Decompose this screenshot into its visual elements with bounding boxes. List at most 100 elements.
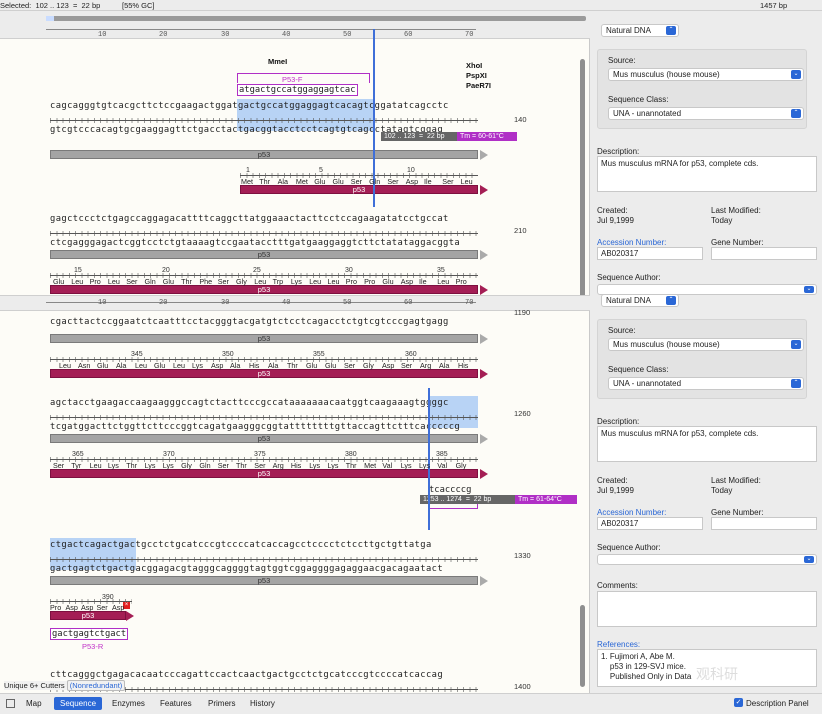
- amino-acid: Lys: [107, 461, 119, 470]
- accession-label[interactable]: Accession Number:: [597, 508, 666, 517]
- description-field[interactable]: Mus musculus mRNA for p53, complete cds.: [597, 426, 817, 462]
- translation-bar-p53[interactable]: p53: [50, 369, 478, 378]
- amino-acid: Asp: [81, 603, 94, 612]
- enzyme-site-label[interactable]: PspXI: [466, 71, 487, 80]
- description-panel-label[interactable]: Description Panel: [740, 697, 815, 710]
- created-value: Jul 9,1999: [597, 486, 634, 495]
- source-select[interactable]: Mus musculus (house mouse) ⌄: [608, 68, 804, 81]
- comments-field[interactable]: [597, 591, 817, 627]
- sequence-top-strand[interactable]: agctacctgaagaccaagaagggccagtctacttcccgcc…: [50, 398, 449, 408]
- translation-bar-p53[interactable]: p53: [50, 611, 126, 620]
- reverse-primer[interactable]: gactgagtctgact: [50, 628, 129, 640]
- chevron-down-icon: ⌄: [791, 340, 801, 349]
- amino-acid: Asp: [65, 603, 78, 612]
- sequence-top-strand[interactable]: cttcagggctgagacacaatcccagattccactcaactga…: [50, 670, 443, 680]
- enzyme-filter[interactable]: Unique 6+ Cutters (Nonredundant): [4, 680, 126, 691]
- feature-bar-p53[interactable]: p53: [50, 334, 478, 343]
- amino-acid: Met: [295, 177, 308, 186]
- amino-acid: Gly: [236, 277, 247, 286]
- sequence-bottom-strand[interactable]: cgacttactccggaatctcaatttcctacgggtacgatgt…: [50, 317, 449, 327]
- cutters-label[interactable]: Unique 6+ Cutters: [4, 681, 65, 690]
- line-number: 1260: [514, 409, 531, 418]
- amino-acid: Lys: [144, 461, 156, 470]
- primer-label[interactable]: P53-F: [282, 75, 302, 84]
- feature-bar-p53[interactable]: p53: [50, 434, 478, 443]
- chevron-down-icon: ⌄: [804, 286, 814, 293]
- amino-acid: Thr: [287, 361, 298, 370]
- tab-primers[interactable]: Primers: [202, 697, 242, 710]
- tab-history[interactable]: History: [244, 697, 281, 710]
- amino-acid: Lys: [192, 361, 203, 370]
- source-select[interactable]: Mus musculus (house mouse) ⌄: [608, 338, 804, 351]
- chevron-down-icon: ⌃: [791, 379, 801, 388]
- description-field[interactable]: Mus musculus mRNA for p53, complete cds.: [597, 156, 817, 192]
- amino-acid: Pro: [364, 277, 376, 286]
- references-label[interactable]: References:: [597, 640, 640, 649]
- created-value: Jul 9,1999: [597, 216, 634, 225]
- sequence-view[interactable]: 10 20 30 40 50 60 70 MmeI XhoI PspXI Pae…: [0, 11, 590, 693]
- sequence-top-strand[interactable]: cagcagggtgtcacgcttctccgaagactggatgactgcc…: [50, 101, 449, 111]
- accession-label[interactable]: Accession Number:: [597, 238, 666, 247]
- enzyme-site-label[interactable]: MmeI: [268, 57, 287, 66]
- amino-acid: Glu: [382, 277, 394, 286]
- description-label: Description:: [597, 417, 640, 426]
- source-value: Mus musculus (house mouse): [613, 340, 720, 349]
- accession-field[interactable]: AB020317: [597, 247, 703, 260]
- enzyme-site-label[interactable]: PaeR7I: [466, 81, 491, 90]
- amino-acid: Ala: [116, 361, 127, 370]
- amino-acid: Glu: [332, 177, 344, 186]
- sequence-bottom-strand[interactable]: ctcgagggagactcggtcctctgtaaaagtccgaatacct…: [50, 238, 460, 248]
- overview-track[interactable]: [46, 16, 586, 21]
- sequence-bottom-strand[interactable]: gactgagtctgactgacggagacgtagggcaggggtagtg…: [50, 564, 443, 574]
- amino-acid: Gly: [363, 361, 374, 370]
- vertical-scrollbar-bottom[interactable]: [580, 605, 585, 687]
- nonredundant-toggle[interactable]: (Nonredundant): [66, 680, 126, 691]
- overview-thumb[interactable]: [46, 16, 54, 21]
- sequence-top-strand[interactable]: ctgactcagactgactgcctctgcatcccgtccccatcac…: [50, 540, 432, 550]
- amino-acid: Ser: [217, 277, 229, 286]
- forward-primer[interactable]: atgactgccatggaggagtcac: [237, 84, 358, 96]
- tab-sequence[interactable]: Sequence: [54, 697, 103, 710]
- feature-bar-p53[interactable]: p53: [50, 150, 478, 159]
- sequence-class-select[interactable]: UNA - unannotated ⌃: [608, 377, 804, 390]
- amino-acid: Ser: [344, 361, 356, 370]
- gene-number-field[interactable]: [711, 247, 817, 260]
- comments-label: Comments:: [597, 581, 638, 590]
- reverse-primer-fragment[interactable]: tcaccccg: [428, 485, 472, 495]
- sequence-class-value: UNA - unannotated: [613, 379, 682, 388]
- gene-number-field[interactable]: [711, 517, 817, 530]
- gene-number-label: Gene Number:: [711, 238, 764, 247]
- melting-temp-badge: Tm = 61-64°C: [515, 495, 577, 504]
- molecule-type-select[interactable]: Natural DNA ⌃: [601, 24, 679, 37]
- enzyme-site-label[interactable]: XhoI: [466, 61, 482, 70]
- translation-bar-p53[interactable]: p53: [240, 185, 478, 194]
- amino-acid: Ala: [277, 177, 288, 186]
- sequence-bottom-strand[interactable]: tcgatggacttctggttcttcccggtcagatgaagggcgg…: [50, 422, 460, 432]
- translation-bar-p53[interactable]: p53: [50, 285, 478, 294]
- chevron-down-icon: ⌄: [804, 556, 814, 563]
- source-value: Mus musculus (house mouse): [613, 70, 720, 79]
- feature-bar-p53[interactable]: p53: [50, 576, 478, 585]
- view-tab-bar: Map Sequence Enzymes Features Primers Hi…: [0, 693, 822, 714]
- modified-label: Last Modified:: [711, 476, 761, 485]
- tab-enzymes[interactable]: Enzymes: [106, 697, 151, 710]
- amino-acid: Glu: [162, 277, 174, 286]
- ruler-tick: 10: [98, 299, 107, 307]
- sequence-class-select[interactable]: UNA - unannotated ⌃: [608, 107, 804, 120]
- primer-label[interactable]: P53-R: [82, 642, 103, 651]
- panel-toggle-icon[interactable]: [6, 699, 15, 708]
- sequence-author-select[interactable]: ⌄: [597, 554, 817, 565]
- sequence-length: 1457 bp: [760, 1, 788, 10]
- feature-bar-p53[interactable]: p53: [50, 250, 478, 259]
- accession-field[interactable]: AB020317: [597, 517, 703, 530]
- vertical-scrollbar-top[interactable]: [580, 59, 585, 299]
- tab-features[interactable]: Features: [154, 697, 198, 710]
- amino-acid: Asp: [382, 361, 395, 370]
- amino-acid: Lys: [290, 277, 302, 286]
- molecule-type-select[interactable]: Natural DNA ⌃: [601, 294, 679, 307]
- sequence-top-strand[interactable]: gagctccctctgagccaggagacattttcaggcttatgga…: [50, 214, 449, 224]
- translation-bar-p53[interactable]: p53: [50, 469, 478, 478]
- amino-acid: Thr: [345, 461, 357, 470]
- sequence-author-label: Sequence Author:: [597, 543, 661, 552]
- tab-map[interactable]: Map: [20, 697, 48, 710]
